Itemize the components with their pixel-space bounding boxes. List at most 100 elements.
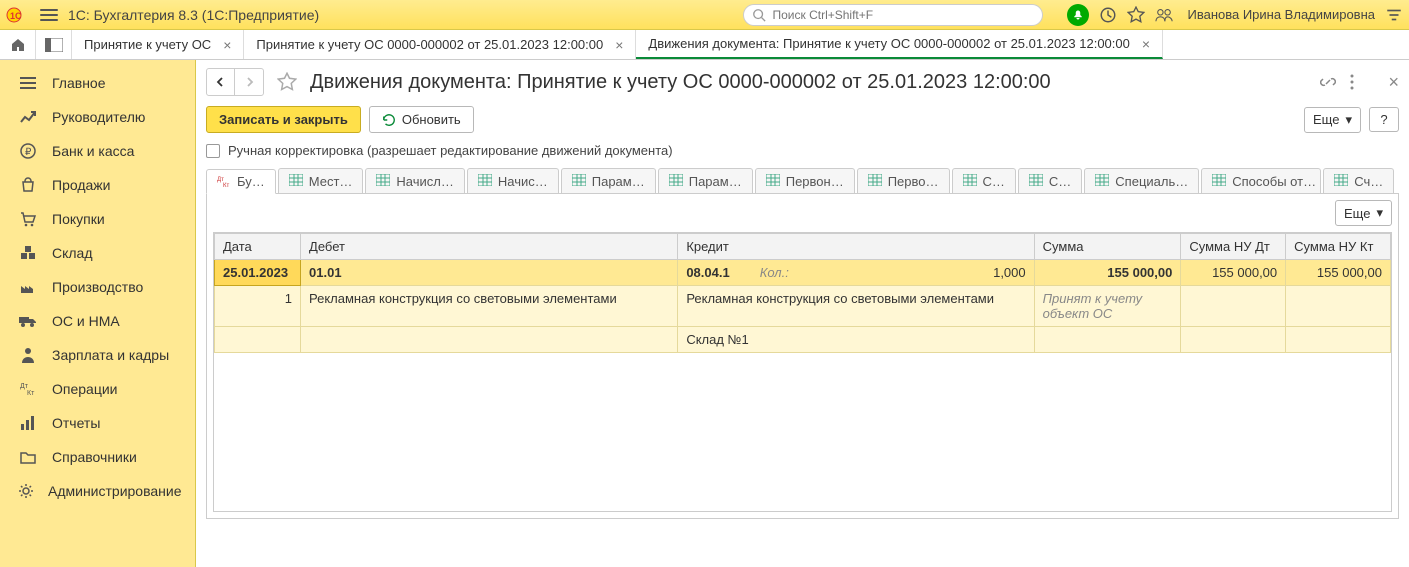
subtab-label: Специаль… xyxy=(1115,174,1188,189)
subtab-register[interactable]: Парам… xyxy=(658,168,753,193)
truck-icon xyxy=(18,312,38,330)
subtab-label: С… xyxy=(983,174,1005,189)
help-button[interactable]: ? xyxy=(1369,107,1399,132)
grid-icon xyxy=(376,174,390,188)
table-row[interactable]: 25.01.2023 01.01 08.04.1 Кол.: 1,000 xyxy=(215,260,1391,286)
svg-text:Дт: Дт xyxy=(20,383,29,390)
main-menu-icon[interactable] xyxy=(40,9,58,21)
qty-label: Кол.: xyxy=(760,265,789,280)
subtab-register[interactable]: Специаль… xyxy=(1084,168,1199,193)
panel-toggle-icon[interactable] xyxy=(36,30,72,59)
nav-forward-button[interactable] xyxy=(235,69,263,95)
nav-history xyxy=(206,68,264,96)
menu-lines-icon xyxy=(18,74,38,92)
subtab-register[interactable]: Перво… xyxy=(857,168,950,193)
sidebar-item-operations[interactable]: ДтКт Операции xyxy=(0,372,195,406)
sidebar-item-production[interactable]: Производство xyxy=(0,270,195,304)
sidebar-item-manager[interactable]: Руководителю xyxy=(0,100,195,134)
col-sum-nu-dt[interactable]: Сумма НУ Дт xyxy=(1181,234,1286,260)
table-row[interactable]: 1 Рекламная конструкция со световыми эле… xyxy=(215,286,1391,327)
tab-document-movements[interactable]: Движения документа: Принятие к учету ОС … xyxy=(636,30,1163,59)
close-page-icon[interactable]: × xyxy=(1388,72,1399,93)
notifications-icon[interactable] xyxy=(1067,4,1089,26)
grid-icon xyxy=(766,174,780,188)
grid-icon xyxy=(963,174,977,188)
save-and-close-button[interactable]: Записать и закрыть xyxy=(206,106,361,133)
tab-document-2[interactable]: Принятие к учету ОС 0000-000002 от 25.01… xyxy=(244,30,636,59)
subtab-label: С… xyxy=(1049,174,1071,189)
favorite-toggle-icon[interactable] xyxy=(276,71,298,93)
grid-icon xyxy=(1212,174,1226,188)
sidebar-label: Операции xyxy=(52,381,118,397)
subtab-register[interactable]: С… xyxy=(1018,168,1082,193)
grid-icon xyxy=(868,174,882,188)
tab-document-1[interactable]: Принятие к учету ОС × xyxy=(72,30,244,59)
subtab-register[interactable]: Парам… xyxy=(561,168,656,193)
subtab-register[interactable]: С… xyxy=(952,168,1016,193)
sidebar-label: Склад xyxy=(52,245,93,261)
sidebar-item-purchases[interactable]: Покупки xyxy=(0,202,195,236)
cell-debit-desc: Рекламная конструкция со световыми элеме… xyxy=(301,286,678,327)
col-debit[interactable]: Дебет xyxy=(301,234,678,260)
more-vertical-icon[interactable] xyxy=(1350,74,1366,90)
dtkt-icon: ДтКт xyxy=(217,175,231,189)
user-icon[interactable] xyxy=(1155,6,1173,24)
sidebar-item-bank[interactable]: ₽ Банк и касса xyxy=(0,134,195,168)
refresh-button[interactable]: Обновить xyxy=(369,106,474,133)
manual-edit-label: Ручная корректировка (разрешает редактир… xyxy=(228,143,673,158)
history-icon[interactable] xyxy=(1099,6,1117,24)
cell-sum-nu-dt: 155 000,00 xyxy=(1181,260,1286,286)
subtab-label: Сч… xyxy=(1354,174,1383,189)
col-sum-nu-kt[interactable]: Сумма НУ Кт xyxy=(1286,234,1391,260)
sidebar-item-admin[interactable]: Администрирование xyxy=(0,474,195,508)
tab-label: Принятие к учету ОС 0000-000002 от 25.01… xyxy=(256,37,603,52)
global-search[interactable] xyxy=(743,4,1043,26)
table-row[interactable]: Склад №1 xyxy=(215,327,1391,353)
sidebar-item-sales[interactable]: Продажи xyxy=(0,168,195,202)
close-icon[interactable]: × xyxy=(223,37,231,53)
col-credit[interactable]: Кредит xyxy=(678,234,1034,260)
table-more-button[interactable]: Еще ▾ xyxy=(1335,200,1392,226)
sidebar-item-catalogs[interactable]: Справочники xyxy=(0,440,195,474)
trend-up-icon xyxy=(18,108,38,126)
person-icon xyxy=(18,346,38,364)
sidebar-item-reports[interactable]: Отчеты xyxy=(0,406,195,440)
subtab-label: Парам… xyxy=(592,174,645,189)
sidebar-label: ОС и НМА xyxy=(52,313,120,329)
button-label: Еще xyxy=(1344,206,1370,221)
subtab-label: Парам… xyxy=(689,174,742,189)
left-sidebar: Главное Руководителю ₽ Банк и касса Прод… xyxy=(0,60,196,567)
folder-icon xyxy=(18,448,38,466)
close-icon[interactable]: × xyxy=(615,37,623,53)
register-subtabs: ДтКтБу… Мест… Начисл… Начис… Парам… Пара… xyxy=(206,168,1399,194)
sidebar-item-main[interactable]: Главное xyxy=(0,66,195,100)
close-icon[interactable]: × xyxy=(1142,36,1150,52)
favorite-star-icon[interactable] xyxy=(1127,6,1145,24)
subtab-register[interactable]: Начисл… xyxy=(365,168,464,193)
more-menu-button[interactable]: Еще▾ xyxy=(1304,107,1361,133)
subtab-register[interactable]: Начис… xyxy=(467,168,559,193)
sidebar-item-warehouse[interactable]: Склад xyxy=(0,236,195,270)
accounting-grid[interactable]: Дата Дебет Кредит Сумма Сумма НУ Дт Сумм… xyxy=(213,232,1392,512)
subtab-register[interactable]: Способы от… xyxy=(1201,168,1321,193)
current-user[interactable]: Иванова Ирина Владимировна xyxy=(1187,7,1375,22)
subtab-register[interactable]: Мест… xyxy=(278,168,364,193)
nav-back-button[interactable] xyxy=(207,69,235,95)
manual-edit-checkbox[interactable] xyxy=(206,144,220,158)
settings-filter-icon[interactable] xyxy=(1385,6,1403,24)
link-icon[interactable] xyxy=(1320,74,1336,90)
sidebar-item-hr[interactable]: Зарплата и кадры xyxy=(0,338,195,372)
col-date[interactable]: Дата xyxy=(215,234,301,260)
gear-icon xyxy=(18,482,34,500)
subtab-accounting[interactable]: ДтКтБу… xyxy=(206,169,276,194)
subtab-register[interactable]: Первон… xyxy=(755,168,855,193)
cell-empty xyxy=(215,327,301,353)
factory-icon xyxy=(18,278,38,296)
home-button[interactable] xyxy=(0,30,36,59)
sidebar-item-assets[interactable]: ОС и НМА xyxy=(0,304,195,338)
refresh-icon xyxy=(382,113,396,127)
col-sum[interactable]: Сумма xyxy=(1034,234,1181,260)
chevron-down-icon: ▾ xyxy=(1376,205,1383,221)
search-input[interactable] xyxy=(772,8,1034,22)
subtab-register[interactable]: Сч… xyxy=(1323,168,1394,193)
